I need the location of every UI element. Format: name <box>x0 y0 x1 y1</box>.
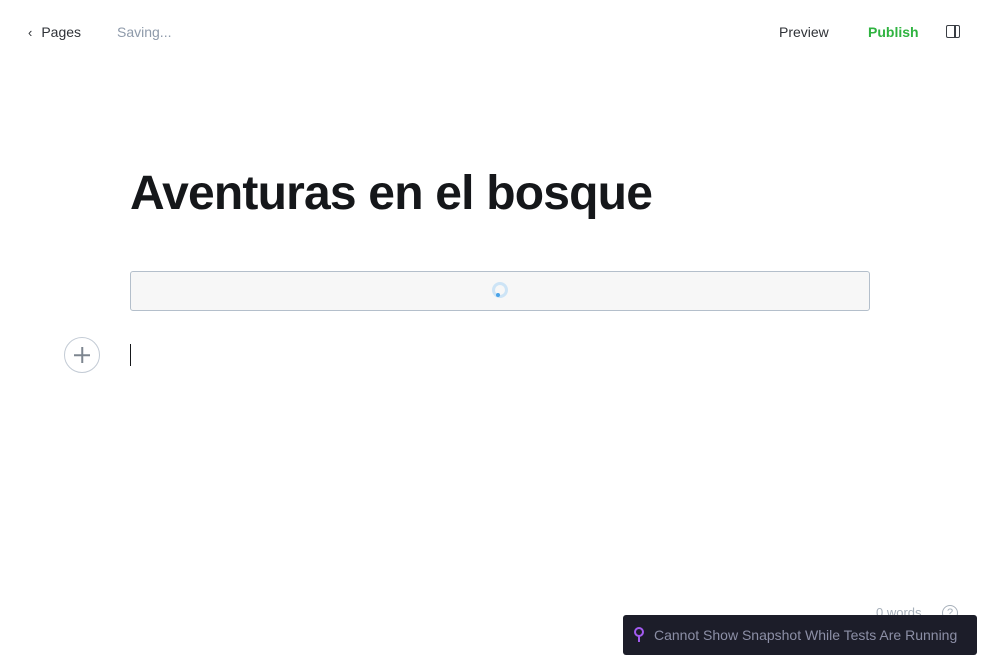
post-title[interactable]: Aventuras en el bosque <box>130 166 653 221</box>
snapshot-toast: Cannot Show Snapshot While Tests Are Run… <box>623 615 977 655</box>
publish-button[interactable]: Publish <box>868 24 919 40</box>
toast-message: Cannot Show Snapshot While Tests Are Run… <box>654 627 958 643</box>
loading-embed-card <box>130 271 870 311</box>
preview-button[interactable]: Preview <box>779 24 829 40</box>
text-cursor <box>130 344 131 366</box>
add-card-button[interactable] <box>64 337 100 373</box>
sidebar-toggle-icon[interactable] <box>946 25 960 38</box>
back-to-pages-link[interactable]: ‹ Pages <box>28 24 81 40</box>
pin-icon <box>633 627 645 643</box>
back-label: Pages <box>41 24 82 40</box>
loading-spinner-icon <box>492 282 508 298</box>
save-status: Saving... <box>117 24 172 40</box>
chevron-left-icon: ‹ <box>28 24 33 40</box>
